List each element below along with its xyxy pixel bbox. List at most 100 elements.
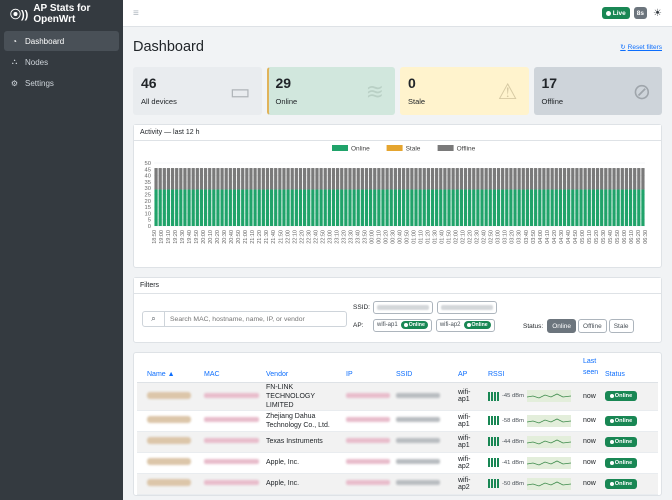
bar-offline (558, 168, 563, 190)
cell-last-seen: now (580, 431, 602, 453)
refresh-interval-badge[interactable]: 8s (633, 7, 648, 19)
table-row[interactable]: FN-LINK TECHNOLOGY LIMITED wifi-ap1 -45 dB… (137, 382, 658, 411)
cell-mac (201, 410, 263, 432)
stat-card-stale[interactable]: 0 Stale ⚠ (400, 67, 529, 115)
redacted-ip (346, 392, 390, 398)
status-filter-stale[interactable]: Stale (608, 319, 634, 333)
y-tick-label: 40 (145, 174, 151, 180)
bar-online (286, 189, 290, 226)
col-vendor[interactable]: Vendor (263, 353, 343, 383)
brand[interactable]: ⦿)) AP Stats for OpenWrt (0, 0, 123, 27)
bar-offline (422, 168, 426, 190)
bar-offline (249, 168, 253, 190)
bar-offline (393, 168, 397, 190)
search-icon[interactable]: ⌕ (143, 312, 165, 326)
bar-offline (348, 168, 352, 190)
bar-online (459, 189, 463, 226)
cell-ap: wifi-ap2 (455, 452, 485, 474)
search-input[interactable] (165, 315, 346, 323)
bar-online (496, 189, 501, 226)
col-rssi[interactable]: RSSI (485, 353, 580, 383)
status-dot-icon (609, 460, 614, 465)
bar-offline (208, 168, 212, 190)
bar-offline (595, 168, 600, 190)
bar-offline (463, 168, 468, 190)
ssid-chip[interactable] (373, 300, 433, 314)
col-last-seen[interactable]: Last seen (580, 353, 602, 383)
bar-offline (612, 168, 616, 190)
ap-chip-wifi-ap2[interactable]: wifi-ap2 Online (435, 318, 495, 332)
stat-card-online[interactable]: 29 Online ≋ (266, 67, 395, 115)
bar-online (562, 189, 567, 226)
bar-online (641, 189, 645, 226)
stats-row: 46 All devices ▭ 29 Online ≋ 0 Stale ⚠ 1… (133, 67, 662, 115)
status-text: Online (614, 417, 633, 424)
cell-mac (201, 431, 263, 453)
bar-online (228, 189, 232, 226)
ssid-chip[interactable] (437, 300, 497, 314)
sidebar-item-settings[interactable]: ⚙ Settings (4, 73, 119, 93)
cell-status: Online (602, 473, 658, 495)
col-mac[interactable]: MAC (201, 353, 263, 383)
bar-offline (327, 168, 331, 190)
x-tick-label: 01:20 (426, 230, 432, 244)
x-tick-label: 06:30 (643, 230, 649, 244)
x-tick-label: 05:40 (608, 230, 614, 244)
table-row[interactable]: Apple, Inc. wifi-ap2 -50 dBm now Online (137, 473, 658, 495)
ap-status-text: Online (471, 322, 488, 328)
bar-online (203, 189, 208, 226)
sidebar: ⦿)) AP Stats for OpenWrt ◔ Dashboard ⛬ N… (0, 0, 123, 500)
signal-bars-icon (488, 391, 499, 401)
live-badge[interactable]: Live (601, 7, 630, 19)
status-filter-offline[interactable]: Offline (578, 319, 607, 333)
table-row[interactable]: Zhejiang Dahua Technology Co., Ltd. wifi-… (137, 410, 658, 432)
bar-offline (608, 168, 612, 190)
col-ip[interactable]: IP (343, 353, 393, 383)
sidebar-item-label: Nodes (25, 57, 49, 67)
y-tick-label: 10 (145, 211, 151, 217)
bar-offline (435, 168, 439, 190)
x-tick-label: 21:00 (243, 230, 249, 244)
col-status[interactable]: Status (602, 353, 658, 383)
x-tick-label: 06:00 (622, 230, 628, 244)
status-dot-icon (403, 323, 408, 327)
bar-online (170, 189, 175, 226)
cell-last-seen: now (580, 473, 602, 495)
bar-online (505, 189, 509, 226)
signal-bars-icon (488, 416, 499, 425)
stat-card-all[interactable]: 46 All devices ▭ (133, 67, 262, 115)
title-row: Dashboard ↻ Reset filters (133, 27, 662, 67)
col-ap[interactable]: AP (455, 353, 485, 383)
ap-chip-wifi-ap1[interactable]: wifi-ap1 Online (373, 318, 432, 332)
sidebar-item-nodes[interactable]: ⛬ Nodes (4, 52, 119, 72)
stat-card-offline[interactable]: 17 Offline ⊘ (533, 67, 662, 115)
legend-swatch (332, 145, 348, 151)
bar-online (253, 189, 257, 226)
x-tick-label: 23:00 (327, 230, 333, 244)
table-row[interactable]: Apple, Inc. wifi-ap2 -41 dBm now Online (137, 452, 658, 474)
redacted-name (147, 458, 191, 465)
bar-online (422, 189, 426, 226)
bar-online (352, 189, 356, 226)
bar-offline (501, 168, 505, 190)
table-row[interactable]: Texas Instruments wifi-ap1 -44 dBm now Onlin… (137, 431, 658, 453)
x-tick-label: 01:10 (419, 230, 425, 244)
x-tick-label: 19:00 (159, 230, 165, 244)
bar-online (435, 189, 439, 226)
col-name[interactable]: Name ▲ (137, 353, 201, 383)
rssi-value: -58 dBm (502, 417, 524, 424)
y-tick-label: 20 (145, 199, 151, 205)
sidebar-item-dashboard[interactable]: ◔ Dashboard (4, 31, 119, 51)
sun-icon[interactable]: ☀ (653, 8, 662, 19)
hamburger-icon[interactable]: ≡ (133, 8, 139, 19)
bar-online (307, 189, 311, 226)
x-tick-label: 22:20 (299, 230, 305, 244)
bar-offline (484, 168, 488, 190)
bar-offline (344, 168, 348, 190)
col-ssid[interactable]: SSID (393, 353, 455, 383)
status-filter-online[interactable]: Online (547, 319, 577, 333)
bar-online (538, 189, 542, 226)
cell-ip (343, 410, 393, 432)
reset-filters-link[interactable]: ↻ Reset filters (620, 43, 662, 52)
bar-online (468, 189, 472, 226)
